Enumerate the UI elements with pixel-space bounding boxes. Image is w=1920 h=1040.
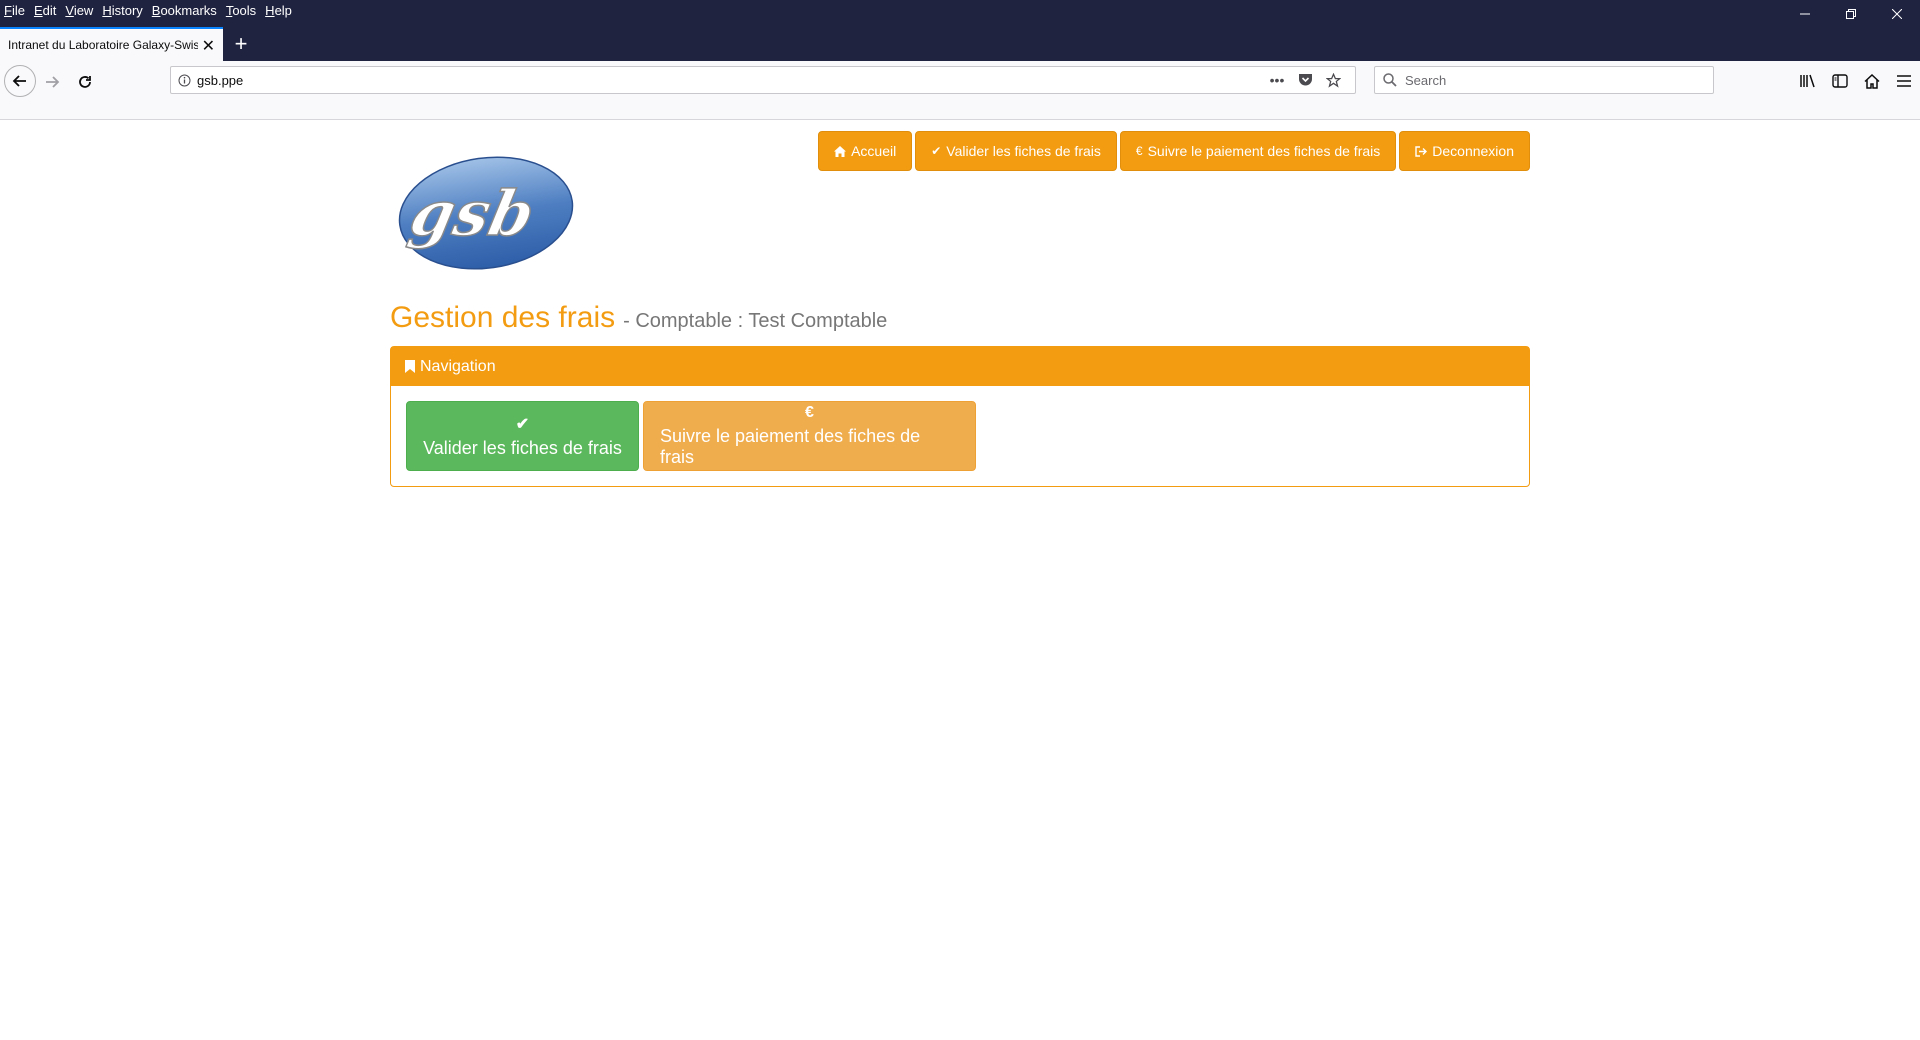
reload-icon <box>79 76 91 88</box>
nav-suivre-button[interactable]: € Suivre le paiement des fiches de frais <box>1119 131 1397 171</box>
navigation-toolbar: gsb.ppe ••• <box>0 61 1920 120</box>
tab-close-icon[interactable]: ✕ <box>202 36 215 56</box>
nav-accueil-button[interactable]: Accueil <box>818 131 913 171</box>
check-icon: ✔ <box>931 144 942 158</box>
check-icon: ✔ <box>515 415 530 433</box>
suivre-paiement-label: Suivre le paiement des fiches de frais <box>660 426 921 467</box>
svg-text:gsb: gsb <box>404 177 541 250</box>
library-icon[interactable] <box>1792 67 1824 95</box>
page-title: Gestion des frais <box>390 301 616 334</box>
nav-suivre-label: Suivre le paiement des fiches de frais <box>1147 143 1381 159</box>
forward-arrow-icon <box>46 76 60 88</box>
back-button[interactable] <box>4 65 36 97</box>
navigation-panel: Navigation ✔ Valider les fiches de frais… <box>390 346 1530 487</box>
valider-fiches-button[interactable]: ✔ Valider les fiches de frais <box>406 401 639 471</box>
reload-button[interactable] <box>70 67 100 97</box>
menu-edit[interactable]: Edit <box>34 3 56 18</box>
search-input[interactable] <box>1405 72 1705 88</box>
url-bar[interactable]: gsb.ppe ••• <box>170 66 1356 94</box>
nav-accueil-label: Accueil <box>851 143 897 159</box>
tab-active[interactable]: Intranet du Laboratoire Galaxy-Swiss ✕ <box>0 27 223 61</box>
minimize-icon <box>1800 13 1810 15</box>
restore-button[interactable] <box>1828 0 1874 28</box>
close-window-button[interactable] <box>1874 0 1920 28</box>
panel-heading-label: Navigation <box>420 357 496 375</box>
search-icon <box>1375 73 1405 87</box>
gsb-logo: gsb <box>398 156 574 270</box>
panel-body: ✔ Valider les fiches de frais € Suivre l… <box>391 386 1529 486</box>
menu-history[interactable]: History <box>102 3 142 18</box>
menu-tools[interactable]: Tools <box>226 3 256 18</box>
url-actions: ••• <box>1263 72 1355 88</box>
tab-title: Intranet du Laboratoire Galaxy-Swiss <box>8 38 198 52</box>
browser-titlebar: File Edit View History Bookmarks Tools H… <box>0 0 1920 61</box>
search-bar[interactable] <box>1374 66 1714 94</box>
page-heading: Gestion des frais - Comptable : Test Com… <box>390 301 887 335</box>
nav-deconnexion-label: Deconnexion <box>1432 143 1514 159</box>
menu-bookmarks[interactable]: Bookmarks <box>152 3 217 18</box>
minimize-button[interactable] <box>1782 0 1828 28</box>
bookmark-star-icon[interactable] <box>1319 72 1347 88</box>
sidebar-icon[interactable] <box>1824 67 1856 95</box>
page-subtitle: - Comptable : Test Comptable <box>623 310 888 332</box>
top-nav: Accueil ✔ Valider les fiches de frais € … <box>815 131 1530 171</box>
new-tab-button[interactable]: + <box>223 27 259 61</box>
bookmark-icon <box>405 360 415 373</box>
nav-valider-label: Valider les fiches de frais <box>946 143 1101 159</box>
panel-heading: Navigation <box>391 347 1529 386</box>
tab-strip: Intranet du Laboratoire Galaxy-Swiss ✕ + <box>0 27 259 61</box>
home-icon <box>834 145 847 157</box>
hamburger-menu-icon[interactable] <box>1888 67 1920 95</box>
toolbar-right <box>1792 67 1920 95</box>
restore-icon <box>1846 9 1856 19</box>
menu-bar: File Edit View History Bookmarks Tools H… <box>0 0 301 20</box>
window-controls <box>1782 0 1920 28</box>
menu-file[interactable]: File <box>4 3 25 18</box>
suivre-paiement-button[interactable]: € Suivre le paiement des fiches de frais <box>643 401 976 471</box>
page-actions-icon[interactable]: ••• <box>1263 72 1291 88</box>
menu-help[interactable]: Help <box>265 3 292 18</box>
sign-out-icon <box>1415 145 1428 157</box>
home-icon[interactable] <box>1856 67 1888 95</box>
plus-icon: + <box>234 31 248 56</box>
menu-view[interactable]: View <box>65 3 93 18</box>
back-arrow-icon <box>12 75 26 87</box>
forward-button[interactable] <box>37 67 67 97</box>
euro-icon: € <box>1135 144 1143 158</box>
url-text[interactable]: gsb.ppe <box>197 73 1263 88</box>
euro-icon: € <box>805 404 814 421</box>
nav-deconnexion-button[interactable]: Deconnexion <box>1399 131 1530 171</box>
site-info-icon[interactable] <box>171 74 197 87</box>
close-icon <box>1892 9 1902 19</box>
valider-fiches-label: Valider les fiches de frais <box>423 437 622 458</box>
pocket-icon[interactable] <box>1291 73 1319 87</box>
nav-valider-button[interactable]: ✔ Valider les fiches de frais <box>915 131 1117 171</box>
